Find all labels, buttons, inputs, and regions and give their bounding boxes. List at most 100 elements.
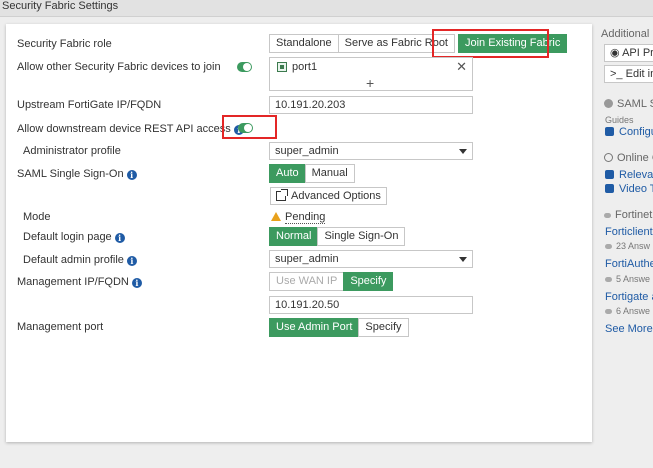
answers-count-1-text: 23 Answ [616,241,651,251]
settings-panel: Security Fabric role Standalone Serve as… [6,24,592,442]
add-interface-icon[interactable]: + [366,75,374,91]
api-preview-label: API Pr [622,47,653,59]
default-admin-profile-value: super_admin [275,253,339,265]
interface-list[interactable]: port1 ✕ + [269,57,473,91]
video-link[interactable]: Video T [605,183,653,195]
downstream-rest-label: Allow downstream device REST API accessi [17,123,244,136]
warning-icon [271,212,281,221]
saml-manual-option[interactable]: Manual [304,164,355,183]
see-more-link[interactable]: See More [605,323,653,335]
mgmt-ip-group: Use WAN IP Specify [269,272,394,291]
default-login-label: Default login page i [23,231,125,244]
allow-devices-label: Allow other Security Fabric devices to j… [17,61,221,73]
comment-icon [605,309,612,314]
external-link-icon [276,189,288,201]
upstream-input[interactable]: 10.191.20.203 [269,96,473,114]
side-panel: Additional I ◉ API Pr >_ Edit in SAML S … [596,24,653,444]
saml-sso-label: SAML Single Sign-On i [17,168,137,181]
book-icon [605,127,614,136]
fortinet-community-text: Fortinet [615,209,653,221]
login-page-group: Normal Single Sign-On [269,227,406,246]
allow-devices-toggle[interactable] [237,62,252,72]
mgmt-ip-text: Management IP/FQDN [17,276,129,288]
fabric-role-label: Security Fabric role [17,38,112,50]
mgmt-port-group: Use Admin Port Specify [269,318,409,337]
book-icon [605,170,614,179]
advanced-options-label: Advanced Options [291,190,381,202]
mgmt-ip-label: Management IP/FQDN i [17,276,142,289]
fabric-root-option[interactable]: Serve as Fabric Root [337,34,455,53]
port-icon [277,62,287,72]
saml-heading: SAML S [604,98,653,110]
relevant-link[interactable]: Relevan [605,169,653,181]
info-icon[interactable]: i [131,278,142,288]
page-title: Security Fabric Settings [2,0,119,12]
saml-heading-text: SAML S [617,98,653,110]
standalone-option[interactable]: Standalone [269,34,339,53]
answers-count-3-text: 6 Answe [616,306,651,316]
edit-in-cli-button[interactable]: >_ Edit in [604,65,653,83]
video-icon [605,184,614,193]
question-link-1[interactable]: Forticlient [605,226,653,238]
default-admin-profile-text: Default admin profile [23,254,124,266]
online-help-text: Online G [617,152,653,164]
fabric-role-group: Standalone Serve as Fabric Root Join Exi… [269,34,568,53]
admin-profile-value: super_admin [275,145,339,157]
video-link-text: Video T [619,183,653,195]
interface-port1: port1 [292,61,318,73]
saml-auto-option[interactable]: Auto [269,164,306,183]
online-help-heading: Online G [604,152,653,164]
relevant-link-text: Relevan [619,169,653,181]
use-admin-port-option[interactable]: Use Admin Port [269,318,360,337]
downstream-rest-toggle[interactable] [238,123,253,133]
login-normal-option[interactable]: Normal [269,227,319,246]
mgmt-ip-specify-option[interactable]: Specify [343,272,394,291]
api-preview-button[interactable]: ◉ API Pr [604,44,653,62]
answers-count-1: 23 Answ [605,241,650,251]
answers-count-3: 6 Answe [605,306,650,316]
info-icon[interactable]: i [126,256,137,266]
default-login-text: Default login page [23,231,112,243]
page-header: Security Fabric Settings [0,0,653,17]
saml-mode-group: Auto Manual [269,164,355,183]
eye-icon: ◉ [610,47,623,59]
upstream-label: Upstream FortiGate IP/FQDN [17,99,162,111]
advanced-options-button[interactable]: Advanced Options [270,187,387,205]
mode-value: Pending [285,211,326,224]
use-wan-ip-option[interactable]: Use WAN IP [269,272,345,291]
mode-label: Mode [23,211,51,223]
edit-in-cli-label: Edit in [625,68,653,80]
saml-icon [604,99,613,108]
configure-link[interactable]: Configu [605,126,653,138]
terminal-icon: >_ [610,68,626,80]
default-admin-profile-select[interactable]: super_admin [269,250,473,268]
configure-link-text: Configu [619,126,653,138]
comment-icon [605,277,612,282]
fortinet-community-heading: Fortinet [604,209,652,221]
comments-icon [604,213,611,218]
mgmt-port-specify-option[interactable]: Specify [358,318,409,337]
comment-icon [605,244,612,249]
join-existing-fabric-option[interactable]: Join Existing Fabric [458,34,568,53]
login-sso-option[interactable]: Single Sign-On [317,227,406,246]
question-link-2[interactable]: FortiAuthe [605,258,653,270]
info-icon[interactable]: i [126,170,137,180]
chevron-down-icon [459,149,467,154]
mode-status: Pending [271,211,326,224]
answers-count-2: 5 Answe [605,274,650,284]
saml-sso-text: SAML Single Sign-On [17,168,124,180]
additional-info-heading: Additional I [601,28,653,40]
question-link-3[interactable]: Fortigate a [605,291,653,303]
guides-label: Guides [605,115,634,125]
mgmt-port-label: Management port [17,321,104,333]
default-admin-profile-label: Default admin profile i [23,254,137,267]
mgmt-ip-input[interactable]: 10.191.20.50 [269,296,473,314]
admin-profile-select[interactable]: super_admin [269,142,473,160]
downstream-rest-text: Allow downstream device REST API access [17,123,231,135]
admin-profile-label: Administrator profile [23,145,121,157]
answers-count-2-text: 5 Answe [616,274,651,284]
question-icon [604,153,613,162]
chevron-down-icon [459,257,467,262]
info-icon[interactable]: i [114,233,125,243]
remove-interface-icon[interactable]: ✕ [456,59,467,75]
